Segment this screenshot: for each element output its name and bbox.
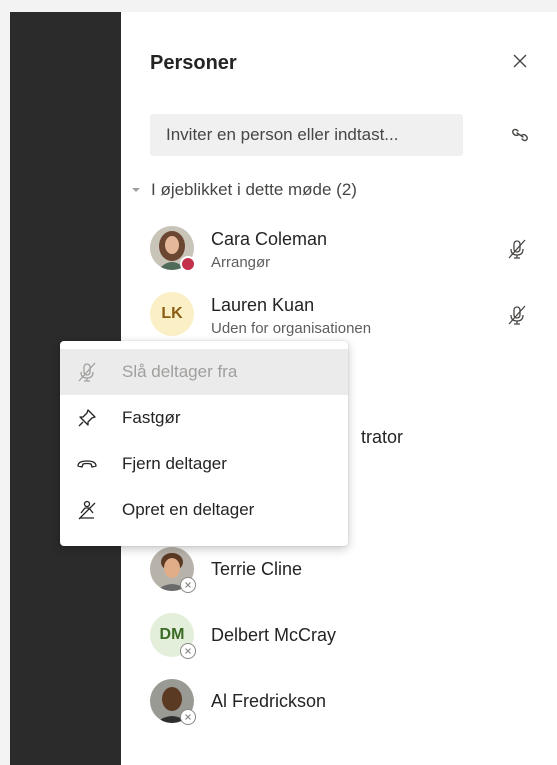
avatar: DM	[150, 613, 196, 659]
status-offline-indicator	[180, 643, 196, 659]
hang-up-icon	[74, 451, 100, 477]
link-icon	[512, 128, 528, 142]
chevron-down-icon	[132, 188, 140, 192]
menu-item-label: Slå deltager fra	[122, 362, 238, 381]
participant-delbert-mccray[interactable]: DM Delbert McCray	[150, 613, 550, 663]
participant-role: Uden for organisationen	[211, 320, 372, 337]
avatar	[150, 226, 196, 272]
participant-terrie-cline[interactable]: Terrie Cline	[150, 547, 550, 597]
participant-context-menu: Slå deltager fra Fastgør Fjern deltager …	[60, 341, 348, 546]
offline-x-icon	[185, 582, 191, 588]
menu-item-label: Opret en deltager	[122, 500, 255, 519]
mute-status-button[interactable]	[504, 302, 530, 328]
avatar	[150, 547, 196, 593]
participant-name: Delbert McCray	[211, 625, 337, 645]
invite-input[interactable]	[150, 114, 463, 156]
mic-off-icon	[74, 359, 100, 385]
mute-status-button[interactable]	[504, 236, 530, 262]
participant-al-fredrickson[interactable]: Al Fredrickson	[150, 679, 550, 729]
menu-item-make-attendee[interactable]: Opret en deltager	[60, 487, 348, 533]
participant-name: Al Fredrickson	[211, 691, 327, 711]
participant-name: Lauren Kuan	[211, 295, 315, 315]
offline-x-icon	[185, 714, 191, 720]
participant-name: Cara Coleman	[211, 229, 328, 249]
mic-off-icon	[508, 305, 526, 325]
menu-item-label: Fastgør	[122, 408, 181, 427]
attendee-icon	[74, 497, 100, 523]
participant-role: Arrangør	[211, 254, 271, 271]
occluded-participant-text: trator	[361, 427, 404, 447]
section-label: I øjeblikket i dette møde (2)	[151, 180, 357, 199]
participant-lauren-kuan[interactable]: LK Lauren Kuan Uden for organisationen	[150, 292, 550, 342]
menu-item-remove[interactable]: Fjern deltager	[60, 441, 348, 487]
offline-x-icon	[185, 648, 191, 654]
section-current-meeting[interactable]: I øjeblikket i dette møde (2)	[129, 180, 357, 200]
status-offline-indicator	[180, 709, 196, 725]
menu-item-mute[interactable]: Slå deltager fra	[60, 349, 348, 395]
mic-off-icon	[508, 239, 526, 259]
status-offline-indicator	[180, 577, 196, 593]
close-icon	[513, 54, 527, 68]
panel-title: Personer	[150, 52, 237, 74]
close-button[interactable]	[509, 50, 531, 72]
participant-cara-coleman[interactable]: Cara Coleman Arrangør	[150, 226, 550, 276]
share-link-button[interactable]	[507, 122, 533, 148]
menu-item-label: Fjern deltager	[122, 454, 227, 473]
avatar	[150, 679, 196, 725]
participant-name: Terrie Cline	[211, 559, 303, 579]
status-busy-indicator	[180, 256, 196, 272]
pin-icon	[74, 405, 100, 431]
menu-item-pin[interactable]: Fastgør	[60, 395, 348, 441]
avatar-initials: LK	[150, 292, 194, 336]
avatar: LK	[150, 292, 194, 336]
